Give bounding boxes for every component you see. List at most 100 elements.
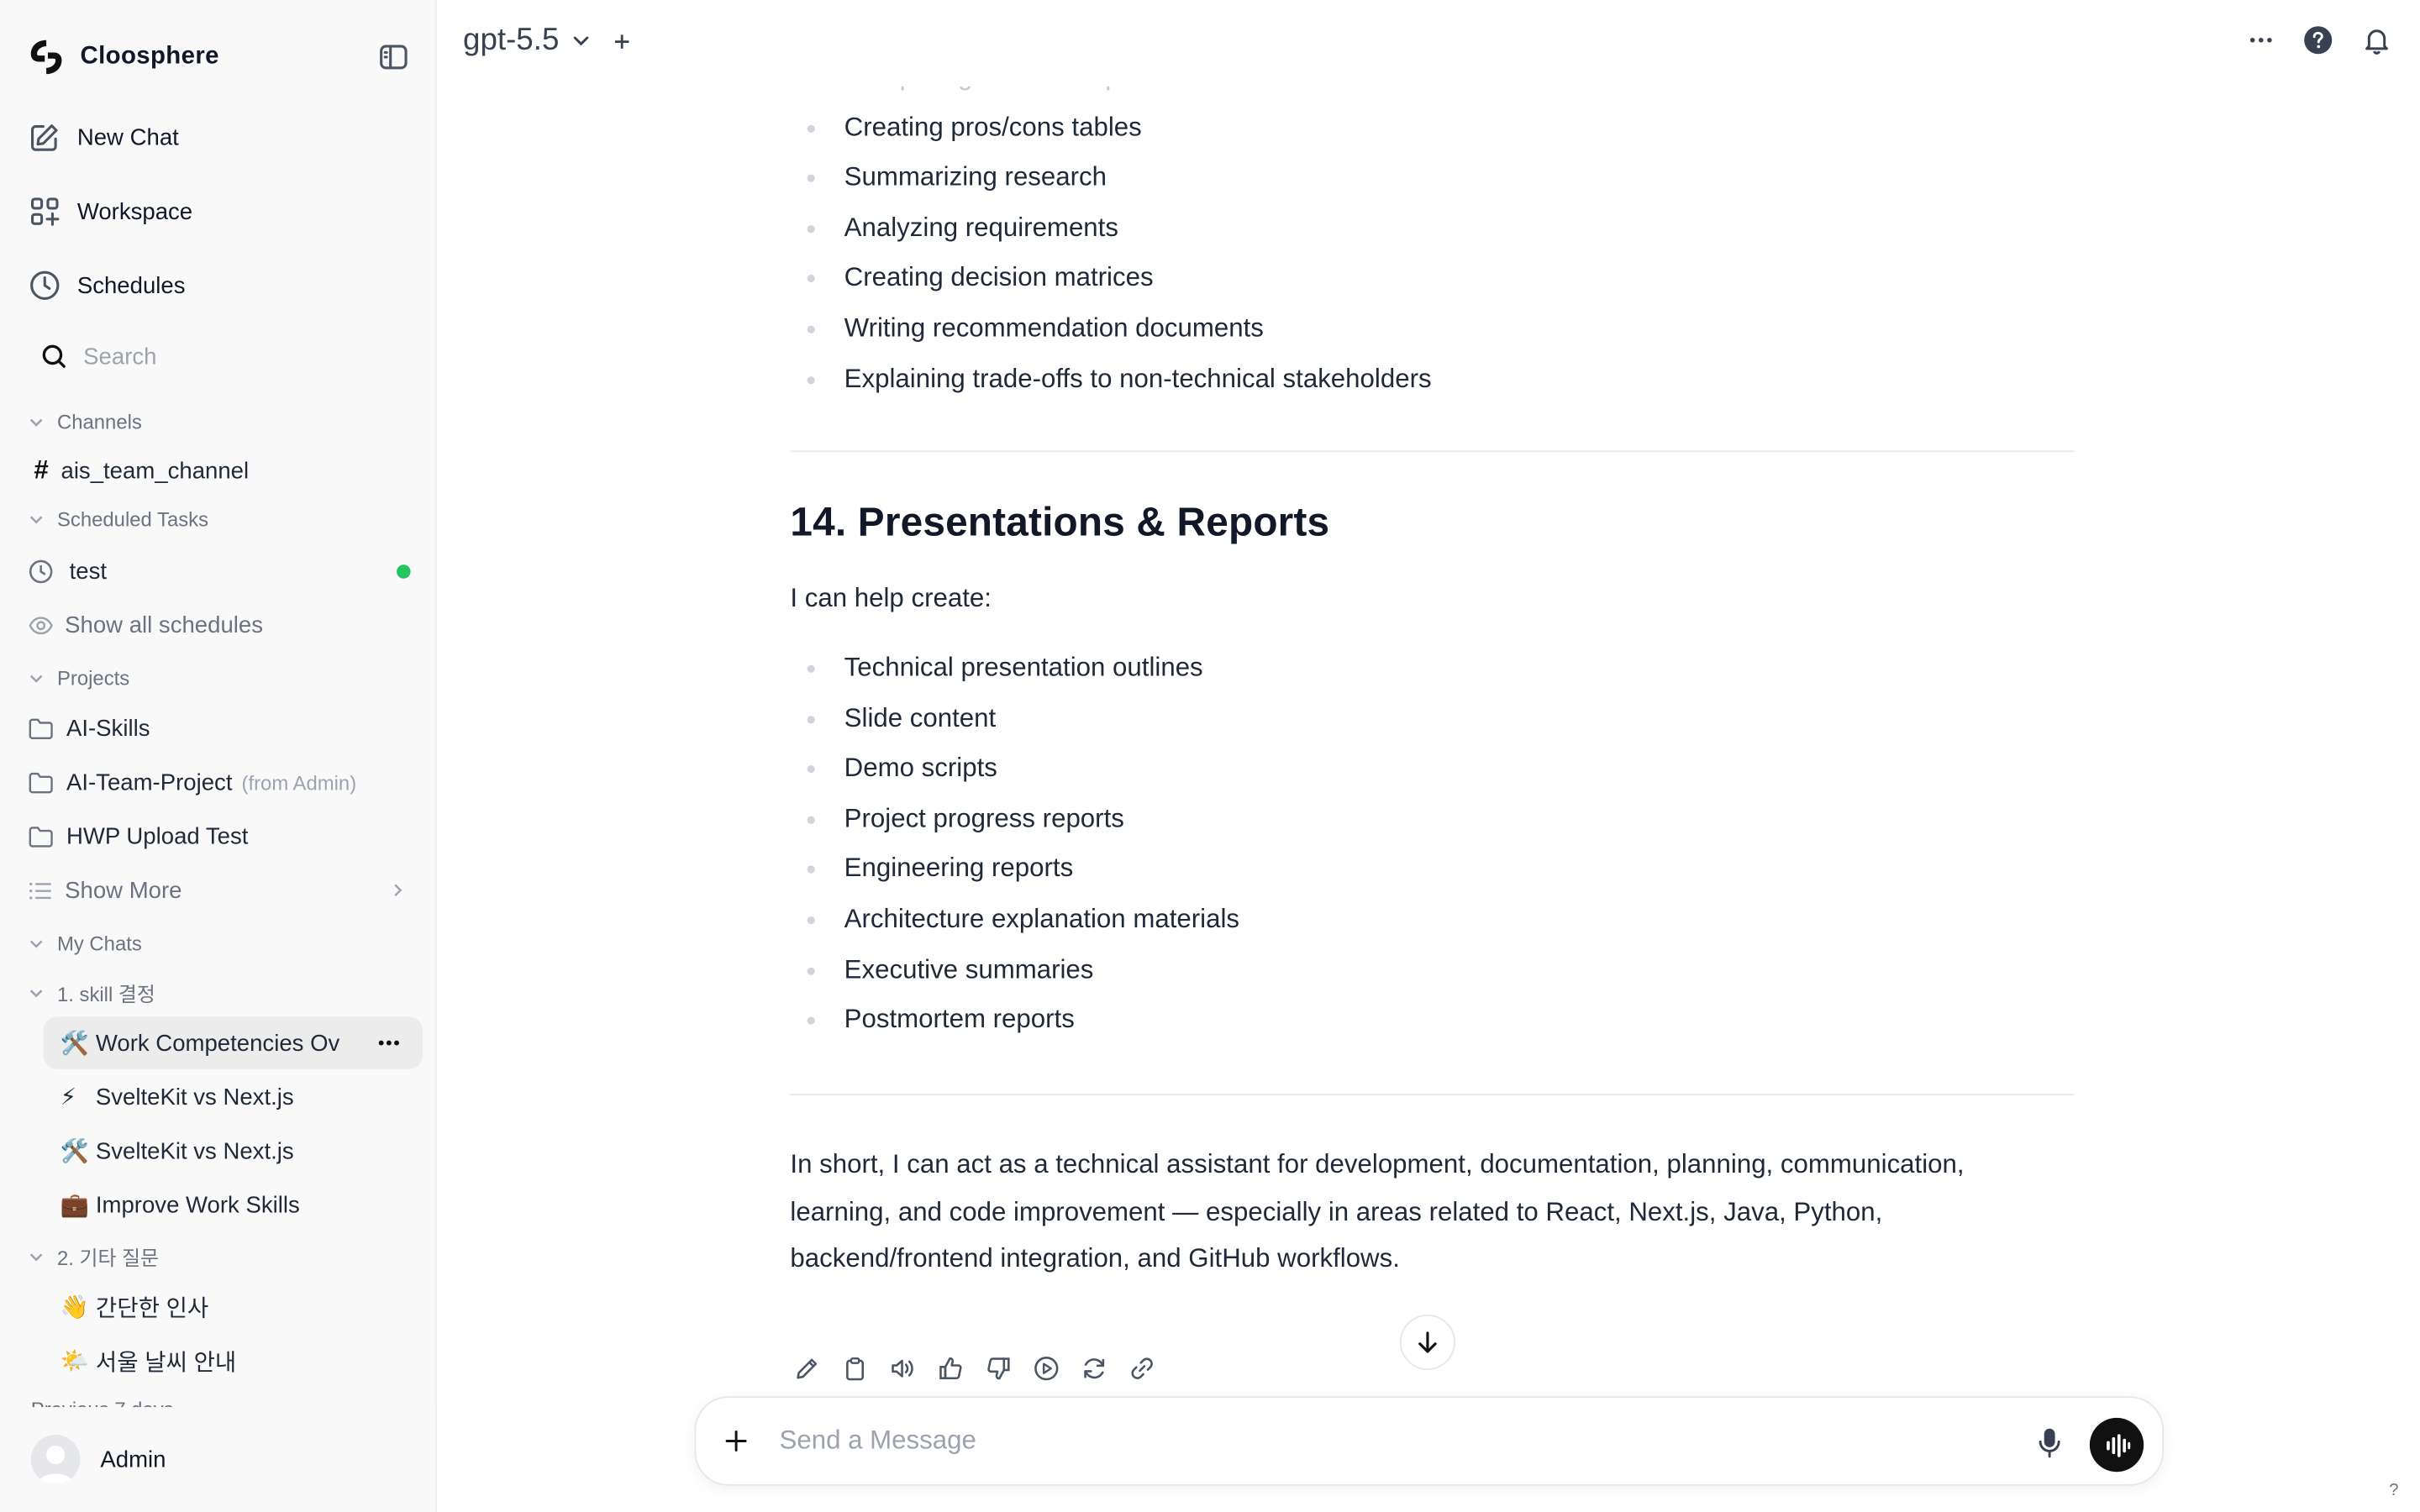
project-name: AI-Team-Project	[66, 769, 233, 795]
schedules-label: Schedules	[76, 272, 186, 299]
chevron-down-icon	[28, 935, 45, 952]
user-name: Admin	[100, 1446, 166, 1473]
chat-title: SvelteKit vs Next.js	[95, 1137, 294, 1164]
chevron-right-icon	[392, 883, 405, 898]
chat-title: 서울 날씨 안내	[95, 1349, 237, 1376]
edit-icon	[28, 120, 61, 154]
list-item: Slide content	[790, 694, 2074, 744]
help-icon[interactable]	[2302, 24, 2333, 55]
list-item: Comparing technical options	[790, 87, 2074, 102]
project-item[interactable]: AI-Team-Project (from Admin)	[28, 759, 420, 806]
regenerate-icon[interactable]	[1081, 1355, 1108, 1383]
projects-section-header[interactable]: Projects	[28, 666, 129, 690]
list-item: Creating decision matrices	[790, 254, 2074, 304]
divider	[790, 450, 2075, 453]
project-shared-note: (from Admin)	[241, 770, 357, 794]
read-aloud-icon[interactable]	[889, 1355, 917, 1383]
brand[interactable]: Cloosphere	[24, 34, 218, 80]
edit-icon[interactable]	[793, 1355, 821, 1383]
my-chats-header-label: My Chats	[56, 932, 142, 955]
my-chats-section-header[interactable]: My Chats	[28, 932, 142, 955]
chat-title: Improve Work Skills	[95, 1191, 300, 1219]
summary-line: learning, and code improvement — especia…	[790, 1196, 1883, 1226]
status-dot	[397, 564, 411, 579]
summary-line: In short, I can act as a technical assis…	[790, 1149, 1965, 1179]
chat-emoji: 🌤️	[60, 1348, 89, 1375]
link-icon[interactable]	[1128, 1355, 1156, 1383]
channels-section-header[interactable]: Channels	[28, 410, 142, 434]
project-item[interactable]: HWP Upload Test	[28, 813, 420, 859]
presentations-bullet-list: Technical presentation outlines Slide co…	[790, 643, 2074, 1046]
model-selector[interactable]: gpt-5.5	[463, 24, 632, 59]
chat-emoji: 💼	[60, 1192, 89, 1219]
project-item[interactable]: AI-Skills	[28, 705, 420, 751]
chat-title: 간단한 인사	[95, 1294, 209, 1322]
thumbs-down-icon[interactable]	[985, 1355, 1013, 1383]
workspace-button[interactable]: Workspace	[15, 181, 419, 242]
message-composer[interactable]: Send a Message	[694, 1396, 2165, 1486]
play-circle-icon[interactable]	[1033, 1355, 1060, 1383]
projects-header-label: Projects	[56, 666, 130, 690]
new-chat-button[interactable]: New Chat	[15, 107, 419, 168]
list-item: Creating pros/cons tables	[790, 102, 2074, 153]
chat-folder-header[interactable]: 2. 기타 질문	[28, 1242, 159, 1272]
user-menu[interactable]: Admin	[0, 1407, 435, 1512]
list-item: Explaining trade-offs to non-technical s…	[790, 354, 2074, 405]
bell-icon[interactable]	[2361, 24, 2392, 55]
show-more-projects-button[interactable]: Show More	[28, 867, 420, 913]
chat-emoji: ⚡	[60, 1084, 77, 1111]
search-placeholder: Search	[83, 343, 157, 370]
arrow-down-icon	[1413, 1328, 1441, 1356]
list-item: Project progress reports	[790, 794, 2074, 844]
chat-folder-name: 1. skill 결정	[56, 982, 155, 1006]
list-item: Analyzing requirements	[790, 203, 2074, 254]
chat-item[interactable]: 👋 간단한 인사	[43, 1280, 423, 1332]
sidebar-toggle-icon[interactable]	[375, 40, 412, 74]
section-intro: I can help create:	[790, 583, 992, 613]
chat-item[interactable]: ⚡ SvelteKit vs Next.js	[43, 1071, 423, 1123]
chat-folder-header[interactable]: 1. skill 결정	[28, 978, 155, 1007]
help-shortcut-button[interactable]: ?	[2389, 1481, 2398, 1499]
attach-plus-icon[interactable]	[723, 1429, 748, 1453]
scroll-to-bottom-button[interactable]	[1399, 1314, 1456, 1370]
chat-item[interactable]: 💼 Improve Work Skills	[43, 1179, 423, 1231]
chat-title: Work Competencies Ov	[95, 1029, 340, 1057]
search-input[interactable]: Search	[28, 332, 420, 381]
list-item: Executive summaries	[790, 945, 2074, 995]
model-name: gpt-5.5	[463, 23, 560, 57]
list-item: Architecture explanation materials	[790, 895, 2074, 945]
message-actions	[793, 1355, 1156, 1383]
add-model-icon[interactable]	[613, 32, 632, 50]
scheduled-tasks-section-header[interactable]: Scheduled Tasks	[28, 507, 208, 531]
copy-icon[interactable]	[841, 1355, 869, 1383]
channels-header-label: Channels	[56, 410, 142, 434]
chat-item[interactable]: 🌤️ 서울 날씨 안내	[43, 1335, 423, 1387]
scheduled-tasks-header-label: Scheduled Tasks	[56, 507, 209, 531]
channel-item[interactable]: # ais_team_channel	[34, 448, 426, 494]
hash-icon: #	[34, 454, 49, 485]
more-options-icon[interactable]	[2247, 26, 2275, 54]
chat-content: Comparing technical options Creating pro…	[439, 87, 2420, 1512]
project-name: HWP Upload Test	[66, 822, 249, 850]
chat-item[interactable]: 🛠️ SvelteKit vs Next.js	[43, 1125, 423, 1177]
microphone-icon[interactable]	[2036, 1425, 2064, 1459]
summary-paragraph: In short, I can act as a technical assis…	[790, 1142, 2074, 1283]
message-input[interactable]: Send a Message	[780, 1425, 976, 1457]
folder-icon	[28, 825, 54, 848]
chevron-down-icon	[28, 511, 45, 528]
scheduled-task-item[interactable]: test	[28, 548, 420, 594]
folder-icon	[28, 770, 54, 794]
thumbs-up-icon[interactable]	[937, 1355, 965, 1383]
chat-emoji: 🛠️	[60, 1030, 89, 1058]
clock-icon	[28, 269, 61, 302]
previous-bullet-list: Comparing technical options Creating pro…	[790, 87, 2074, 405]
workspace-label: Workspace	[76, 198, 193, 225]
chat-item-active[interactable]: 🛠️ Work Competencies Ov	[43, 1016, 424, 1069]
schedules-button[interactable]: Schedules	[15, 255, 419, 316]
voice-mode-button[interactable]	[2089, 1417, 2144, 1473]
list-item: Writing recommendation documents	[790, 304, 2074, 354]
sidebar: Cloosphere New Chat Workspace Schedules	[0, 0, 437, 1512]
new-chat-label: New Chat	[76, 123, 179, 151]
show-all-schedules-link[interactable]: Show all schedules	[28, 601, 420, 648]
more-options-icon[interactable]	[376, 1031, 401, 1055]
